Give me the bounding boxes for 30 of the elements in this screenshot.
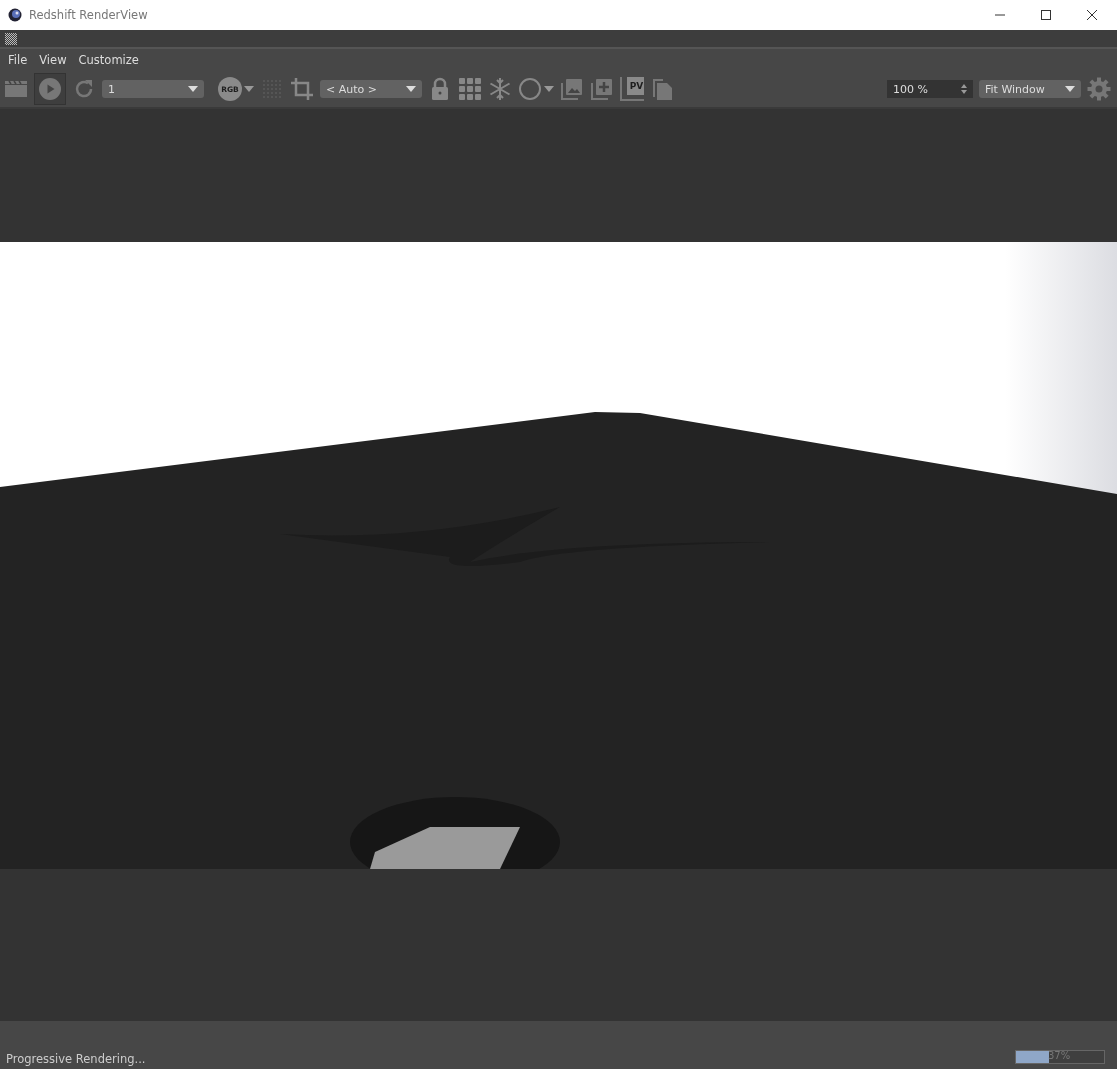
settings-icon[interactable]: [1087, 77, 1111, 101]
spinner-arrows-icon[interactable]: [961, 84, 967, 94]
app-logo-icon: [8, 8, 22, 22]
status-text: Progressive Rendering...: [6, 1052, 146, 1066]
maximize-icon[interactable]: [1041, 10, 1051, 20]
fit-dropdown[interactable]: Fit Window: [979, 80, 1081, 98]
menu-item[interactable]: View: [33, 53, 73, 67]
image-icon[interactable]: [560, 77, 584, 101]
progress-reading: 37%: [1048, 1050, 1071, 1061]
caret-icon: [188, 86, 198, 92]
crop-icon[interactable]: [290, 77, 314, 101]
circle-icon[interactable]: [518, 77, 542, 101]
pv-button[interactable]: PV: [620, 77, 644, 101]
caret-icon[interactable]: [544, 86, 554, 92]
grid-icon[interactable]: [458, 77, 482, 101]
caret-icon: [1065, 86, 1075, 92]
menu-item[interactable]: Customize: [72, 53, 145, 67]
caret-icon[interactable]: [244, 86, 254, 92]
close-icon[interactable]: [1087, 10, 1097, 20]
snowflake-icon[interactable]: [488, 77, 512, 101]
region-dropdown[interactable]: < Auto >: [320, 80, 422, 98]
copy-icon[interactable]: [650, 77, 674, 101]
menu-item[interactable]: File: [2, 53, 34, 67]
play-button[interactable]: [34, 73, 66, 105]
add-image-icon[interactable]: [590, 77, 614, 101]
aov-dropdown[interactable]: 1: [102, 80, 204, 98]
window-title: Redshift RenderView: [29, 8, 148, 22]
caret-icon: [406, 86, 416, 92]
grip-icon[interactable]: [5, 32, 17, 45]
zoom-field[interactable]: 100 %: [887, 80, 973, 98]
